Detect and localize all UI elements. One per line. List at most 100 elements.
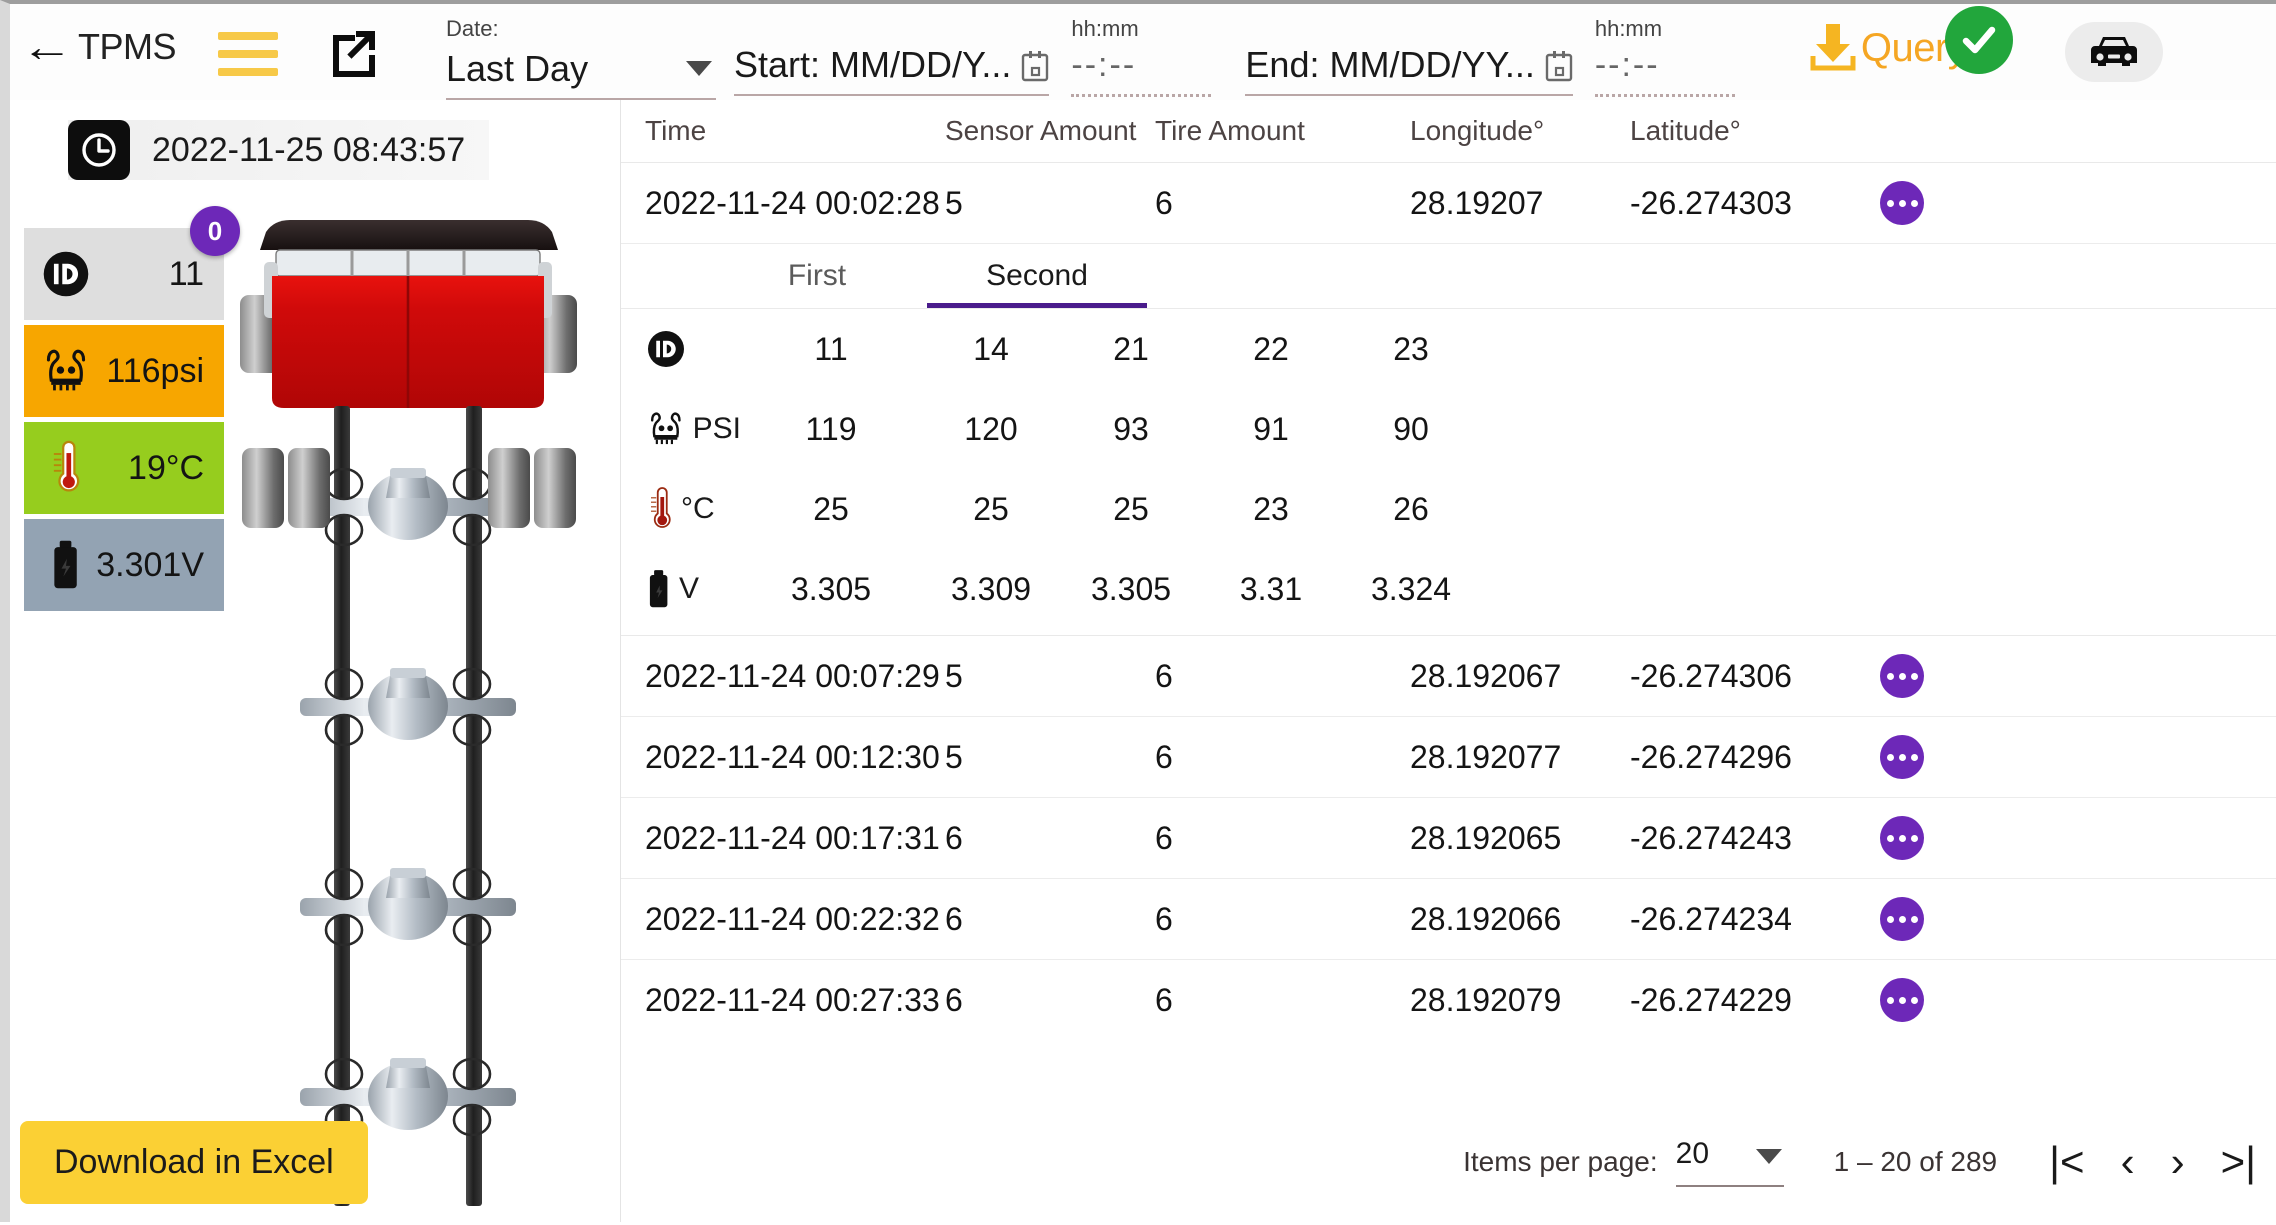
more-options-icon[interactable] — [1880, 816, 1924, 860]
detail-row-voltage: V 3.305 3.309 3.305 3.31 3.324 — [621, 549, 2276, 629]
battery-glyph — [54, 540, 77, 589]
chevron-down-icon[interactable] — [686, 61, 713, 76]
more-options-icon[interactable] — [1880, 654, 1924, 698]
table-row[interactable]: 2022-11-24 00:07:29 5 6 28.192067 -26.27… — [621, 636, 2276, 717]
check-icon — [1963, 26, 1996, 54]
detail-volt-2: 3.305 — [1090, 570, 1172, 607]
vehicle-view-button[interactable] — [2065, 22, 2164, 82]
end-time-field[interactable]: hh:mm --:-- — [1594, 16, 1735, 97]
cell-latitude: -26.274306 — [1630, 657, 1792, 694]
back-button[interactable]: ← TPMS — [21, 26, 177, 68]
start-time-field[interactable]: hh:mm --:-- — [1071, 16, 1212, 97]
end-date-value: End: MM/DD/YY... — [1245, 44, 1535, 85]
summary-cards: 0 11 116psi 19°C 3.301V — [24, 206, 240, 616]
truck-diagram-glyph — [240, 220, 577, 1206]
detail-volt-label: V — [679, 572, 700, 605]
detail-psi-2: 93 — [1113, 410, 1149, 447]
detail-psi-3: 91 — [1253, 410, 1289, 447]
items-per-page-select[interactable]: 20 — [1675, 1137, 1784, 1187]
cell-actions — [1880, 654, 2000, 698]
prev-page-button[interactable]: ‹ — [2121, 1141, 2135, 1183]
summary-card-voltage[interactable]: 3.301V — [24, 519, 224, 611]
thermometer-icon: °C — [645, 486, 741, 532]
end-date-field[interactable]: . End: MM/DD/YY... — [1245, 16, 1573, 96]
end-time-value: --:-- — [1594, 46, 1660, 84]
cell-sensor: 6 — [945, 819, 963, 856]
last-page-button[interactable]: >| — [2221, 1141, 2256, 1183]
table-row[interactable]: 2022-11-24 00:02:28 5 6 28.19207 -26.274… — [621, 163, 2276, 244]
detail-tabs: First Second — [621, 244, 2276, 308]
cell-latitude: -26.274234 — [1630, 900, 1792, 937]
id-glyph — [648, 331, 684, 367]
arrow-left-icon: ← — [20, 23, 74, 70]
date-label: Date: — [446, 16, 499, 41]
cell-tire: 6 — [1155, 900, 1173, 937]
more-options-icon[interactable] — [1880, 978, 1924, 1022]
chevron-down-icon[interactable] — [1755, 1149, 1782, 1164]
detail-id-4: 23 — [1393, 330, 1429, 367]
hamburger-bar — [218, 50, 279, 58]
more-options-icon[interactable] — [1880, 181, 1924, 225]
cell-longitude: 28.192079 — [1410, 981, 1562, 1018]
table-row[interactable]: 2022-11-24 00:27:33 6 6 28.192079 -26.27… — [621, 960, 2276, 1040]
detail-temp-label: °C — [681, 492, 715, 525]
vehicle-status-panel: 2022-11-25 08:43:57 0 11 116psi 19°C 3.3… — [10, 100, 621, 1222]
external-link-icon[interactable] — [328, 26, 380, 78]
tpms-app-window: ← TPMS Date: Last Day . Start: MM/DD/Y.. — [0, 0, 2276, 1222]
more-options-icon[interactable] — [1880, 735, 1924, 779]
next-page-button[interactable]: › — [2171, 1141, 2185, 1183]
cell-latitude: -26.274243 — [1630, 819, 1792, 856]
detail-psi-label: PSI — [692, 412, 741, 445]
calendar-icon[interactable] — [1545, 50, 1573, 82]
detail-volt-0: 3.305 — [790, 570, 872, 607]
status-timestamp: 2022-11-25 08:43:57 — [68, 120, 490, 180]
hamburger-bar — [218, 32, 279, 40]
cell-longitude: 28.192066 — [1410, 900, 1562, 937]
cell-sensor: 5 — [945, 738, 963, 775]
hamburger-icon[interactable] — [218, 32, 279, 76]
cell-actions — [1880, 181, 2000, 225]
detail-temp-4: 26 — [1393, 490, 1429, 527]
detail-psi-4: 90 — [1393, 410, 1429, 447]
tire-pressure-icon — [38, 347, 94, 395]
table-row[interactable]: 2022-11-24 00:17:31 6 6 28.192065 -26.27… — [621, 798, 2276, 879]
cell-time: 2022-11-24 00:27:33 — [645, 981, 940, 1018]
summary-card-id[interactable]: 0 11 — [24, 206, 240, 320]
pressure-value: 116psi — [106, 351, 204, 390]
timestamp-text: 2022-11-25 08:43:57 — [152, 130, 466, 169]
truck-top-view-diagram — [240, 220, 590, 1220]
start-time-value: --:-- — [1071, 46, 1137, 84]
top-toolbar: ← TPMS Date: Last Day . Start: MM/DD/Y.. — [10, 4, 2276, 101]
table-row[interactable]: 2022-11-24 00:22:32 6 6 28.192066 -26.27… — [621, 879, 2276, 960]
date-range-select[interactable]: Date: Last Day — [446, 16, 717, 100]
table-row[interactable]: 2022-11-24 00:12:30 5 6 28.192077 -26.27… — [621, 717, 2276, 798]
cell-time: 2022-11-24 00:12:30 — [645, 738, 940, 775]
download-arrow-glyph — [1810, 24, 1856, 71]
detail-id-0: 11 — [814, 330, 848, 367]
query-button[interactable]: Query — [1807, 20, 1968, 76]
confirm-button[interactable] — [1945, 6, 2014, 74]
start-date-field[interactable]: . Start: MM/DD/Y... — [734, 16, 1050, 96]
summary-card-temperature[interactable]: 19°C — [24, 422, 224, 514]
cell-tire: 6 — [1155, 738, 1173, 775]
calendar-glyph — [1545, 51, 1573, 82]
summary-card-pressure[interactable]: 116psi — [24, 325, 224, 417]
first-page-button[interactable]: |< — [2049, 1141, 2084, 1183]
cell-tire: 6 — [1155, 657, 1173, 694]
download-excel-button[interactable]: Download in Excel — [20, 1120, 368, 1204]
clock-icon — [68, 120, 130, 180]
id-icon — [38, 248, 94, 300]
more-options-icon[interactable] — [1880, 897, 1924, 941]
calendar-icon[interactable] — [1021, 50, 1049, 82]
cell-sensor: 5 — [945, 184, 963, 221]
start-time-label: hh:mm — [1071, 16, 1139, 41]
tire-pressure-icon: PSI — [645, 409, 741, 449]
paginator: Items per page: 20 1 – 20 of 289 |< ‹ › … — [1463, 1137, 2276, 1187]
start-date-value: Start: MM/DD/Y... — [734, 44, 1012, 85]
cell-latitude: -26.274303 — [1630, 184, 1792, 221]
temperature-value: 19°C — [128, 448, 204, 487]
tab-second[interactable]: Second — [927, 244, 1147, 308]
tab-first[interactable]: First — [707, 244, 927, 308]
battery-glyph — [649, 570, 668, 608]
status-badge: 0 — [190, 206, 240, 256]
